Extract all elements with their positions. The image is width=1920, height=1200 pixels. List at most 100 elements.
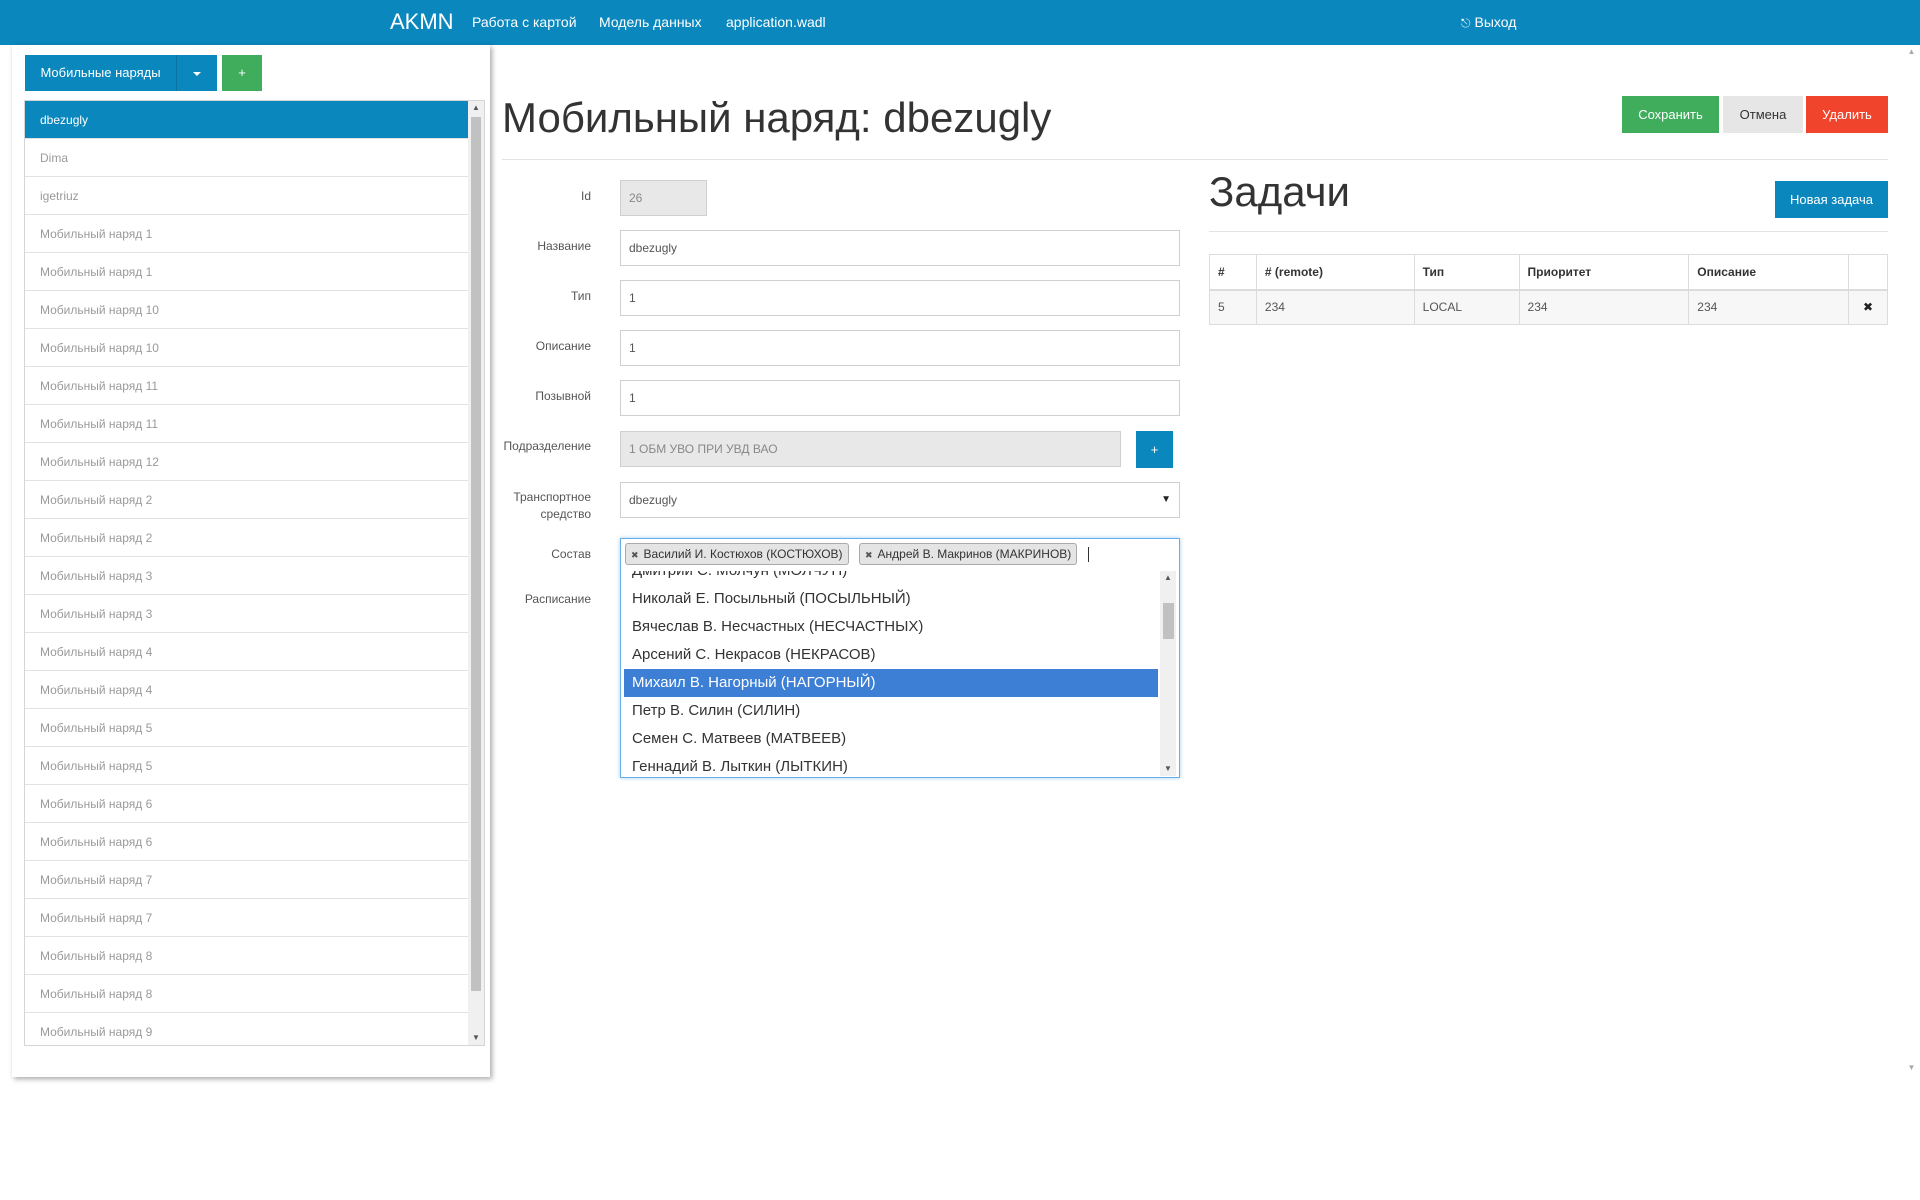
sidebar-list-item[interactable]: Мобильный наряд 3 — [25, 557, 468, 595]
crew-tag-label: Андрей В. Макринов (МАКРИНОВ) — [877, 547, 1072, 561]
scroll-down-icon[interactable]: ▼ — [468, 1031, 484, 1045]
sidebar-list-item[interactable]: Мобильный наряд 8 — [25, 975, 468, 1013]
cancel-button[interactable]: Отмена — [1723, 96, 1803, 133]
tasks-divider — [1209, 231, 1888, 232]
sidebar-list-item[interactable]: Мобильный наряд 9 — [25, 1013, 468, 1045]
sidebar-list-item[interactable]: Мобильный наряд 1 — [25, 253, 468, 291]
sidebar-list-item[interactable]: Мобильный наряд 8 — [25, 937, 468, 975]
list-type-dropdown-button[interactable]: Мобильные наряды — [25, 55, 176, 91]
text-cursor — [1088, 547, 1089, 562]
scroll-up-icon[interactable]: ▲ — [468, 101, 484, 115]
select-caret-icon: ▼ — [1161, 494, 1171, 505]
table-header-row: # # (remote) Тип Приоритет Описание — [1209, 254, 1888, 291]
scroll-up-icon[interactable]: ▲ — [1903, 45, 1920, 59]
table-cell: LOCAL — [1413, 289, 1520, 325]
crew-dropdown-option[interactable]: Семен С. Матвеев (МАТВЕЕВ) — [624, 725, 1158, 753]
add-item-button[interactable]: + — [222, 55, 262, 91]
header-divider — [502, 159, 1888, 160]
scroll-up-icon[interactable]: ▲ — [1160, 571, 1176, 585]
sidebar-list-item[interactable]: Мобильный наряд 6 — [25, 785, 468, 823]
sidebar-list-item[interactable]: Мобильный наряд 4 — [25, 671, 468, 709]
description-label: Описание — [535, 339, 591, 353]
scroll-down-icon[interactable]: ▼ — [1160, 762, 1176, 776]
sidebar-list-item[interactable]: Dima — [25, 139, 468, 177]
nav-link-data-model[interactable]: Модель данных — [599, 0, 702, 45]
scrollbar-thumb[interactable] — [471, 117, 481, 991]
sidebar-list-item[interactable]: Мобильный наряд 11 — [25, 367, 468, 405]
sidebar-list-item[interactable]: Мобильный наряд 5 — [25, 709, 468, 747]
vehicle-label: Транспортное средство — [513, 490, 591, 521]
crew-multiselect[interactable]: ✖ Василий И. Костюхов (КОСТЮХОВ) ✖ Андрей … — [620, 538, 1180, 778]
chevron-down-icon — [193, 71, 201, 76]
nav-link-map[interactable]: Работа с картой — [472, 0, 577, 45]
delete-task-icon[interactable]: ✖ — [1848, 289, 1888, 325]
crew-dropdown-option[interactable]: Дмитрий С. Молчун (МОЛЧУН) — [624, 571, 1158, 585]
list-type-dropdown-toggle[interactable] — [176, 55, 217, 91]
sidebar-list-item[interactable]: Мобильный наряд 2 — [25, 519, 468, 557]
table-cell: 234 — [1255, 289, 1415, 325]
sidebar-list-item[interactable]: Мобильный наряд 12 — [25, 443, 468, 481]
sidebar-list-item[interactable]: igetriuz — [25, 177, 468, 215]
save-button[interactable]: Сохранить — [1622, 96, 1719, 133]
brand-logo[interactable]: AKMN — [390, 0, 454, 45]
dropdown-scrollbar[interactable]: ▲ ▼ — [1160, 571, 1176, 776]
add-unit-button[interactable]: + — [1136, 431, 1173, 468]
scroll-down-icon[interactable]: ▼ — [1903, 1061, 1920, 1075]
sidebar-scrollbar[interactable]: ▲ ▼ — [468, 101, 484, 1045]
sidebar-list-frame: dbezugly Dima igetriuz Мобильный наряд 1 Моб… — [24, 100, 485, 1046]
crew-dropdown-option[interactable]: Петр В. Силин (СИЛИН) — [624, 697, 1158, 725]
id-label: Id — [580, 189, 591, 203]
column-header[interactable]: # — [1209, 254, 1257, 291]
unit-field[interactable]: 1 ОБМ УВО ПРИ УВД ВАО — [620, 431, 1121, 467]
crew-dropdown-option[interactable]: Геннадий В. Лыткин (ЛЫТКИН) — [624, 753, 1158, 776]
sidebar-list-item[interactable]: Мобильный наряд 2 — [25, 481, 468, 519]
sidebar-list-item[interactable]: Мобильный наряд 7 — [25, 899, 468, 937]
logout-label: Выход — [1474, 14, 1517, 30]
id-field[interactable]: 26 — [620, 180, 707, 216]
crew-tag: ✖ Василий И. Костюхов (КОСТЮХОВ) — [625, 543, 849, 565]
column-header[interactable]: Описание — [1688, 254, 1850, 291]
delete-button[interactable]: Удалить — [1806, 96, 1888, 133]
tasks-table: # # (remote) Тип Приоритет Описание 5 23… — [1209, 254, 1888, 325]
sidebar-list-item[interactable]: dbezugly — [25, 101, 468, 139]
crew-dropdown-option[interactable]: Арсений С. Некрасов (НЕКРАСОВ) — [624, 641, 1158, 669]
sidebar-list-item[interactable]: Мобильный наряд 5 — [25, 747, 468, 785]
vehicle-select[interactable]: dbezugly ▼ — [620, 482, 1180, 518]
top-navbar: AKMN Работа с картой Модель данных appli… — [0, 0, 1920, 45]
unit-label: Подразделение — [503, 439, 591, 453]
sidebar-list-item[interactable]: Мобильный наряд 6 — [25, 823, 468, 861]
sidebar-list-item[interactable]: Мобильный наряд 11 — [25, 405, 468, 443]
crew-tag: ✖ Андрей В. Макринов (МАКРИНОВ) — [859, 543, 1078, 565]
crew-dropdown-option[interactable]: Михаил В. Нагорный (НАГОРНЫЙ) — [624, 669, 1158, 697]
column-header[interactable]: # (remote) — [1255, 254, 1415, 291]
name-field[interactable]: dbezugly — [620, 230, 1180, 266]
table-cell: 234 — [1518, 289, 1690, 325]
sidebar-list-item[interactable]: Мобильный наряд 3 — [25, 595, 468, 633]
table-row[interactable]: 5 234 LOCAL 234 234 ✖ — [1209, 289, 1888, 325]
remove-tag-icon[interactable]: ✖ — [865, 550, 873, 560]
nav-link-wadl[interactable]: application.wadl — [726, 0, 826, 45]
description-field[interactable]: 1 — [620, 330, 1180, 366]
tasks-title: Задачи — [1209, 168, 1351, 215]
crew-dropdown-option[interactable]: Вячеслав В. Несчастных (НЕСЧАСТНЫХ) — [624, 613, 1158, 641]
new-task-button[interactable]: Новая задача — [1775, 181, 1888, 218]
scrollbar-thumb[interactable] — [1163, 603, 1174, 639]
sidebar-list-item[interactable]: Мобильный наряд 1 — [25, 215, 468, 253]
crew-label: Состав — [551, 547, 591, 561]
page-title: Мобильный наряд: dbezugly — [502, 94, 1052, 141]
sidebar-list-item[interactable]: Мобильный наряд 4 — [25, 633, 468, 671]
type-field[interactable]: 1 — [620, 280, 1180, 316]
sidebar-list-item[interactable]: Мобильный наряд 10 — [25, 329, 468, 367]
sidebar-list-item[interactable]: Мобильный наряд 7 — [25, 861, 468, 899]
column-header[interactable]: Тип — [1413, 254, 1520, 291]
sidebar-list: dbezugly Dima igetriuz Мобильный наряд 1 Моб… — [25, 101, 468, 1045]
logout-link[interactable]: ⎋ Выход — [1461, 0, 1516, 45]
remove-tag-icon[interactable]: ✖ — [631, 550, 639, 560]
page-scrollbar[interactable]: ▲ ▼ — [1903, 45, 1920, 1075]
column-header[interactable]: Приоритет — [1518, 254, 1690, 291]
sidebar-list-item[interactable]: Мобильный наряд 10 — [25, 291, 468, 329]
crew-dropdown-option[interactable]: Николай Е. Посыльный (ПОСЫЛЬНЫЙ) — [624, 585, 1158, 613]
callsign-field[interactable]: 1 — [620, 380, 1180, 416]
name-label: Название — [537, 239, 591, 253]
crew-tag-label: Василий И. Костюхов (КОСТЮХОВ) — [643, 547, 843, 561]
